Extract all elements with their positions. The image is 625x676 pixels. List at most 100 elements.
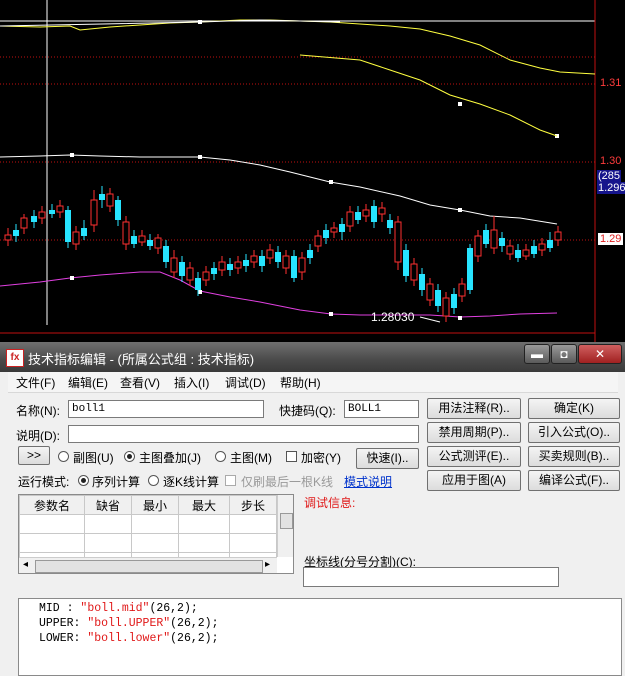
horizontal-scrollbar[interactable]: ◂ ▸: [19, 557, 277, 573]
table-cell[interactable]: [84, 533, 132, 553]
table-cell[interactable]: [19, 514, 85, 534]
title-bar[interactable]: fx 技术指标编辑 - (所属公式组 : 技术指标) ▬ ◘ ✕: [0, 342, 625, 372]
table-cell[interactable]: [19, 533, 85, 553]
formula-editor[interactable]: MID : "boll.mid"(26,2); UPPER: "boll.UPP…: [18, 598, 622, 676]
candle-body: [394, 221, 402, 263]
table-cell[interactable]: [131, 514, 179, 534]
menu-insert[interactable]: 插入(I): [174, 374, 209, 391]
candle-body: [419, 274, 425, 290]
table-cell[interactable]: [131, 533, 179, 553]
candle-body: [81, 228, 87, 236]
table-row[interactable]: [19, 533, 277, 553]
code-name: LOWER:: [39, 632, 81, 645]
candle-body: [266, 249, 274, 259]
candle-body: [259, 256, 265, 266]
radio-main-overlay[interactable]: [124, 451, 135, 462]
candlestick-chart[interactable]: 1.31 1.30 (285 1.296 1.29 1.28030: [0, 0, 625, 345]
quick-button[interactable]: 快速(I)..: [356, 448, 419, 469]
candle-body: [243, 260, 249, 266]
axis-lines-input[interactable]: [303, 567, 559, 587]
minimize-button[interactable]: ▬: [524, 344, 550, 364]
candle-body: [403, 250, 409, 276]
last-kline-only-checkbox[interactable]: [225, 475, 236, 486]
menu-view[interactable]: 查看(V): [120, 374, 160, 391]
apply-to-chart-button[interactable]: 应用于图(A): [427, 470, 521, 491]
candle-body: [314, 235, 322, 247]
maximize-button[interactable]: ◘: [551, 344, 577, 364]
table-cell[interactable]: [178, 533, 230, 553]
menu-debug[interactable]: 调试(D): [225, 374, 266, 391]
candle-body: [410, 263, 418, 281]
app-icon: fx: [6, 349, 24, 367]
candle-body: [330, 227, 338, 233]
column-header[interactable]: 步长: [229, 495, 277, 515]
candle-body: [195, 278, 201, 290]
lower-band-line: [0, 271, 558, 318]
scroll-right-icon[interactable]: ▸: [265, 559, 270, 570]
description-input[interactable]: [68, 425, 419, 443]
band-marker: [329, 180, 333, 184]
menu-file[interactable]: 文件(F): [16, 374, 55, 391]
expand-button[interactable]: >>: [18, 446, 50, 465]
scroll-thumb[interactable]: [35, 560, 263, 573]
candle-body: [65, 210, 71, 242]
table-cell[interactable]: [229, 514, 277, 534]
candle-body: [291, 256, 297, 278]
table-cell[interactable]: [178, 514, 230, 534]
parameter-table[interactable]: 参数名 缺省 最小 最大 步长 ◂ ▸: [18, 494, 294, 574]
menu-edit[interactable]: 编辑(E): [68, 374, 108, 391]
code-name: UPPER:: [39, 617, 81, 630]
table-cell[interactable]: [84, 514, 132, 534]
window-title: 技术指标编辑 - (所属公式组 : 技术指标): [28, 352, 255, 367]
table-cell[interactable]: [229, 533, 277, 553]
column-header[interactable]: 缺省: [84, 495, 132, 515]
radio-sequence-calc[interactable]: [78, 475, 89, 486]
confirm-button[interactable]: 确定(K): [528, 398, 620, 419]
table-row[interactable]: [19, 514, 277, 534]
candle-body: [122, 221, 130, 245]
chart-canvas[interactable]: [0, 0, 625, 345]
candle-body: [250, 255, 258, 263]
column-header[interactable]: 最小: [131, 495, 179, 515]
shortcut-input[interactable]: BOLL1: [344, 400, 419, 418]
candle-body: [90, 199, 98, 226]
candle-body: [138, 235, 146, 243]
candle-body: [170, 257, 178, 273]
candle-body: [506, 245, 514, 255]
code-string: "boll.UPPER": [87, 617, 171, 630]
usage-note-button[interactable]: 用法注释(R)..: [427, 398, 521, 419]
encrypt-checkbox[interactable]: [286, 451, 297, 462]
price-label: 1.30: [600, 155, 622, 167]
column-header[interactable]: 最大: [178, 495, 230, 515]
candle-body: [211, 268, 217, 274]
shortcut-label: 快捷码(Q):: [279, 404, 336, 418]
last-kline-only-label: 仅刷最后一根K线: [241, 475, 334, 489]
scroll-left-icon[interactable]: ◂: [23, 559, 28, 570]
mode-help-link[interactable]: 模式说明: [344, 473, 392, 490]
menu-bar: 文件(F) 编辑(E) 查看(V) 插入(I) 调试(D) 帮助(H): [8, 372, 618, 393]
radio-main-chart[interactable]: [215, 451, 226, 462]
candle-body: [451, 294, 457, 308]
scroll-thumb[interactable]: [280, 513, 293, 529]
low-annot-arrow: [419, 316, 441, 323]
candle-body: [31, 216, 37, 222]
close-button[interactable]: ✕: [578, 344, 622, 364]
column-header[interactable]: 参数名: [19, 495, 85, 515]
formula-test-button[interactable]: 公式测评(E)..: [427, 446, 521, 467]
candle-body: [56, 205, 64, 213]
import-formula-button[interactable]: 引入公式(O)..: [528, 422, 620, 443]
candle-body: [38, 211, 46, 219]
price-label-highlight: 1.296: [597, 182, 625, 194]
radio-sub-chart[interactable]: [58, 451, 69, 462]
candle-body: [483, 230, 489, 244]
radio-per-kline-calc[interactable]: [148, 475, 159, 486]
ban-period-button[interactable]: 禁用周期(P)..: [427, 422, 521, 443]
name-input[interactable]: boll1: [68, 400, 264, 418]
menu-help[interactable]: 帮助(H): [280, 374, 321, 391]
band-marker: [329, 312, 333, 316]
trade-rule-button[interactable]: 买卖规则(B)..: [528, 446, 620, 467]
candle-body: [13, 230, 19, 236]
vertical-scrollbar[interactable]: [277, 495, 293, 557]
code-args: (26,2);: [170, 617, 219, 630]
compile-formula-button[interactable]: 编译公式(F)..: [528, 470, 620, 491]
